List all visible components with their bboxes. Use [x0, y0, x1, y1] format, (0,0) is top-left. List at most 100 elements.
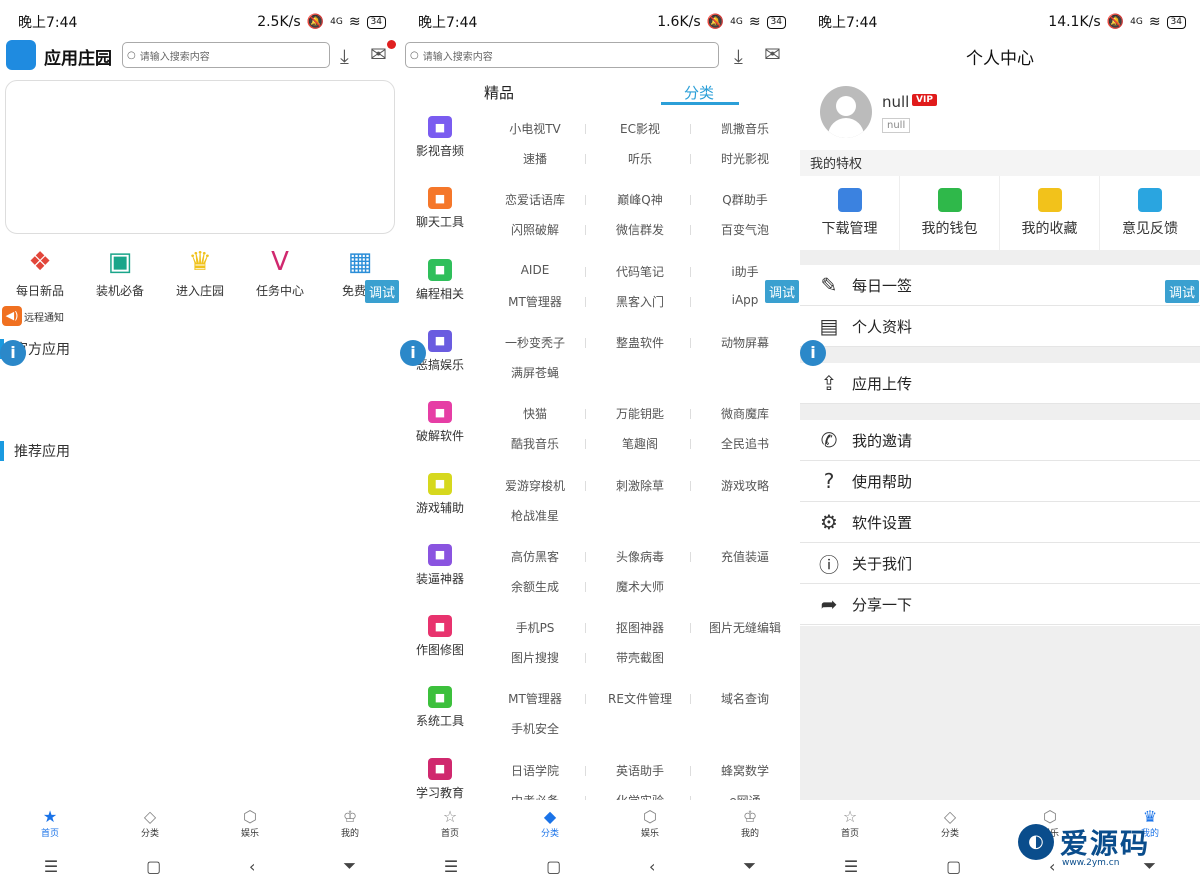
- debug-button[interactable]: 调试: [765, 280, 800, 303]
- category-label[interactable]: ■ 破解软件: [412, 401, 468, 444]
- category-app-item[interactable]: 微信群发: [585, 221, 695, 238]
- category-app-item[interactable]: 速播: [480, 150, 590, 167]
- debug-button[interactable]: 调试: [1165, 280, 1200, 303]
- back-icon[interactable]: ‹: [649, 857, 655, 876]
- category-app-item[interactable]: 游戏攻略: [690, 477, 800, 494]
- home-square-icon[interactable]: ▢: [546, 857, 561, 876]
- category-app-item[interactable]: RE文件管理: [585, 690, 695, 707]
- nav-category[interactable]: ◆ 分类: [520, 807, 580, 839]
- avatar[interactable]: [820, 86, 872, 138]
- nav-mine[interactable]: ♔ 我的: [320, 807, 380, 839]
- category-label[interactable]: ■ 装逼神器: [412, 543, 468, 587]
- assistant-icon[interactable]: ⏷: [343, 856, 356, 876]
- category-app-item[interactable]: 整蛊软件: [585, 334, 695, 351]
- float-info-button[interactable]: i: [400, 340, 426, 366]
- row-app-upload[interactable]: ⇪ 应用上传: [800, 363, 1200, 404]
- priv-download-manage[interactable]: 下载管理: [800, 176, 900, 250]
- quick-enter-garden[interactable]: ♛ 进入庄园: [160, 248, 240, 299]
- category-app-item[interactable]: 凯撒音乐: [690, 120, 800, 137]
- category-app-item[interactable]: 带壳截图: [585, 649, 695, 666]
- category-app-item[interactable]: MT管理器: [480, 690, 590, 707]
- category-app-item[interactable]: 万能钥匙: [585, 405, 695, 422]
- category-app-item[interactable]: 图片无缝编辑: [690, 619, 800, 636]
- assistant-icon[interactable]: ⏷: [743, 856, 756, 876]
- category-label[interactable]: ■ 作图修图: [412, 615, 468, 658]
- category-app-item[interactable]: 魔术大师: [585, 578, 695, 595]
- category-app-item[interactable]: 全民追书: [690, 435, 800, 452]
- category-label[interactable]: ■ 系统工具: [412, 686, 468, 729]
- category-app-item[interactable]: 抠图神器: [585, 619, 695, 636]
- category-app-item[interactable]: 听乐: [585, 150, 695, 167]
- category-app-item[interactable]: 蜂窝数学: [690, 762, 800, 779]
- category-app-item[interactable]: 代码笔记: [585, 263, 695, 280]
- priv-wallet[interactable]: 我的钱包: [900, 176, 1000, 250]
- row-help[interactable]: ? 使用帮助: [800, 461, 1200, 502]
- nav-entertainment[interactable]: ⬡娱乐: [620, 807, 680, 839]
- priv-favorites[interactable]: 我的收藏: [1000, 176, 1100, 250]
- category-app-item[interactable]: 日语学院: [480, 762, 590, 779]
- category-app-item[interactable]: 刺激除草: [585, 477, 695, 494]
- notice-bar[interactable]: ◀) 远程通知: [2, 306, 64, 326]
- download-icon[interactable]: ⤓: [340, 44, 349, 68]
- nav-home[interactable]: ☆ 首页: [420, 807, 480, 839]
- mail-icon[interactable]: ✉: [370, 42, 387, 66]
- category-label[interactable]: ■ 学习教育: [412, 757, 468, 801]
- row-profile[interactable]: ▤ 个人资料: [800, 306, 1200, 347]
- category-app-item[interactable]: 酷我音乐: [480, 435, 590, 452]
- category-app-item[interactable]: 动物屏幕: [690, 334, 800, 351]
- nav-entertainment[interactable]: ⬡娱乐: [220, 807, 280, 839]
- category-label[interactable]: ■ 影视音频: [412, 116, 468, 159]
- category-app-item[interactable]: 爱游穿梭机: [480, 477, 590, 494]
- category-app-item[interactable]: 百变气泡: [690, 221, 800, 238]
- row-invite[interactable]: ✆ 我的邀请: [800, 420, 1200, 461]
- nav-mine[interactable]: ♔ 我的: [720, 807, 780, 839]
- tab-category[interactable]: 分类: [684, 82, 714, 103]
- category-app-item[interactable]: 恋爱话语库: [480, 191, 590, 208]
- category-app-item[interactable]: 余额生成: [480, 578, 590, 595]
- float-info-button[interactable]: i: [800, 340, 826, 366]
- nav-category[interactable]: ◇ 分类: [920, 807, 980, 839]
- category-app-item[interactable]: 笔趣阁: [585, 435, 695, 452]
- nav-category[interactable]: ◇ 分类: [120, 807, 180, 839]
- nav-home[interactable]: ★ 首页: [20, 807, 80, 839]
- menu-icon[interactable]: ☰: [444, 857, 458, 876]
- banner[interactable]: [5, 80, 395, 234]
- row-daily-checkin[interactable]: ✎ 每日一签: [800, 265, 1200, 306]
- category-app-item[interactable]: 枪战准星: [480, 507, 590, 524]
- category-app-item[interactable]: 黑客入门: [585, 293, 695, 310]
- search-input[interactable]: ○ 请输入搜索内容: [405, 42, 719, 68]
- quick-essentials[interactable]: ▣ 装机必备: [80, 248, 160, 299]
- category-app-item[interactable]: 巅峰Q神: [585, 191, 695, 208]
- category-app-item[interactable]: 图片搜搜: [480, 649, 590, 666]
- quick-task-center[interactable]: V 任务中心: [240, 248, 320, 299]
- category-app-item[interactable]: 充值装逼: [690, 548, 800, 565]
- mail-icon[interactable]: ✉: [764, 42, 781, 66]
- menu-icon[interactable]: ☰: [44, 857, 58, 876]
- category-app-item[interactable]: 时光影视: [690, 150, 800, 167]
- category-app-item[interactable]: 微商魔库: [690, 405, 800, 422]
- category-label[interactable]: ■ 游戏辅助: [412, 472, 468, 516]
- back-icon[interactable]: ‹: [249, 857, 255, 876]
- category-app-item[interactable]: 域名查询: [690, 690, 800, 707]
- category-app-item[interactable]: 手机PS: [480, 619, 590, 636]
- category-app-item[interactable]: 一秒变秃子: [480, 334, 590, 351]
- category-label[interactable]: ■ 聊天工具: [412, 187, 468, 230]
- quick-daily-new[interactable]: ❖ 每日新品: [0, 248, 80, 299]
- category-app-item[interactable]: 头像病毒: [585, 548, 695, 565]
- nav-home[interactable]: ☆ 首页: [820, 807, 880, 839]
- debug-button[interactable]: 调试: [365, 280, 400, 303]
- home-square-icon[interactable]: ▢: [946, 857, 961, 876]
- category-app-item[interactable]: 快猫: [480, 405, 590, 422]
- category-app-item[interactable]: MT管理器: [480, 293, 590, 310]
- row-about[interactable]: ⓘ 关于我们: [800, 543, 1200, 584]
- category-app-item[interactable]: 小电视TV: [480, 120, 590, 137]
- category-app-item[interactable]: 手机安全: [480, 720, 590, 737]
- row-share[interactable]: ➦ 分享一下: [800, 584, 1200, 625]
- category-app-item[interactable]: 高仿黑客: [480, 548, 590, 565]
- download-icon[interactable]: ⤓: [734, 44, 743, 68]
- search-input[interactable]: ○ 请输入搜索内容: [122, 42, 330, 68]
- float-info-button[interactable]: i: [0, 340, 26, 366]
- category-app-item[interactable]: 英语助手: [585, 762, 695, 779]
- tab-featured[interactable]: 精品: [484, 82, 514, 103]
- category-app-item[interactable]: 满屏苍蝇: [480, 364, 590, 381]
